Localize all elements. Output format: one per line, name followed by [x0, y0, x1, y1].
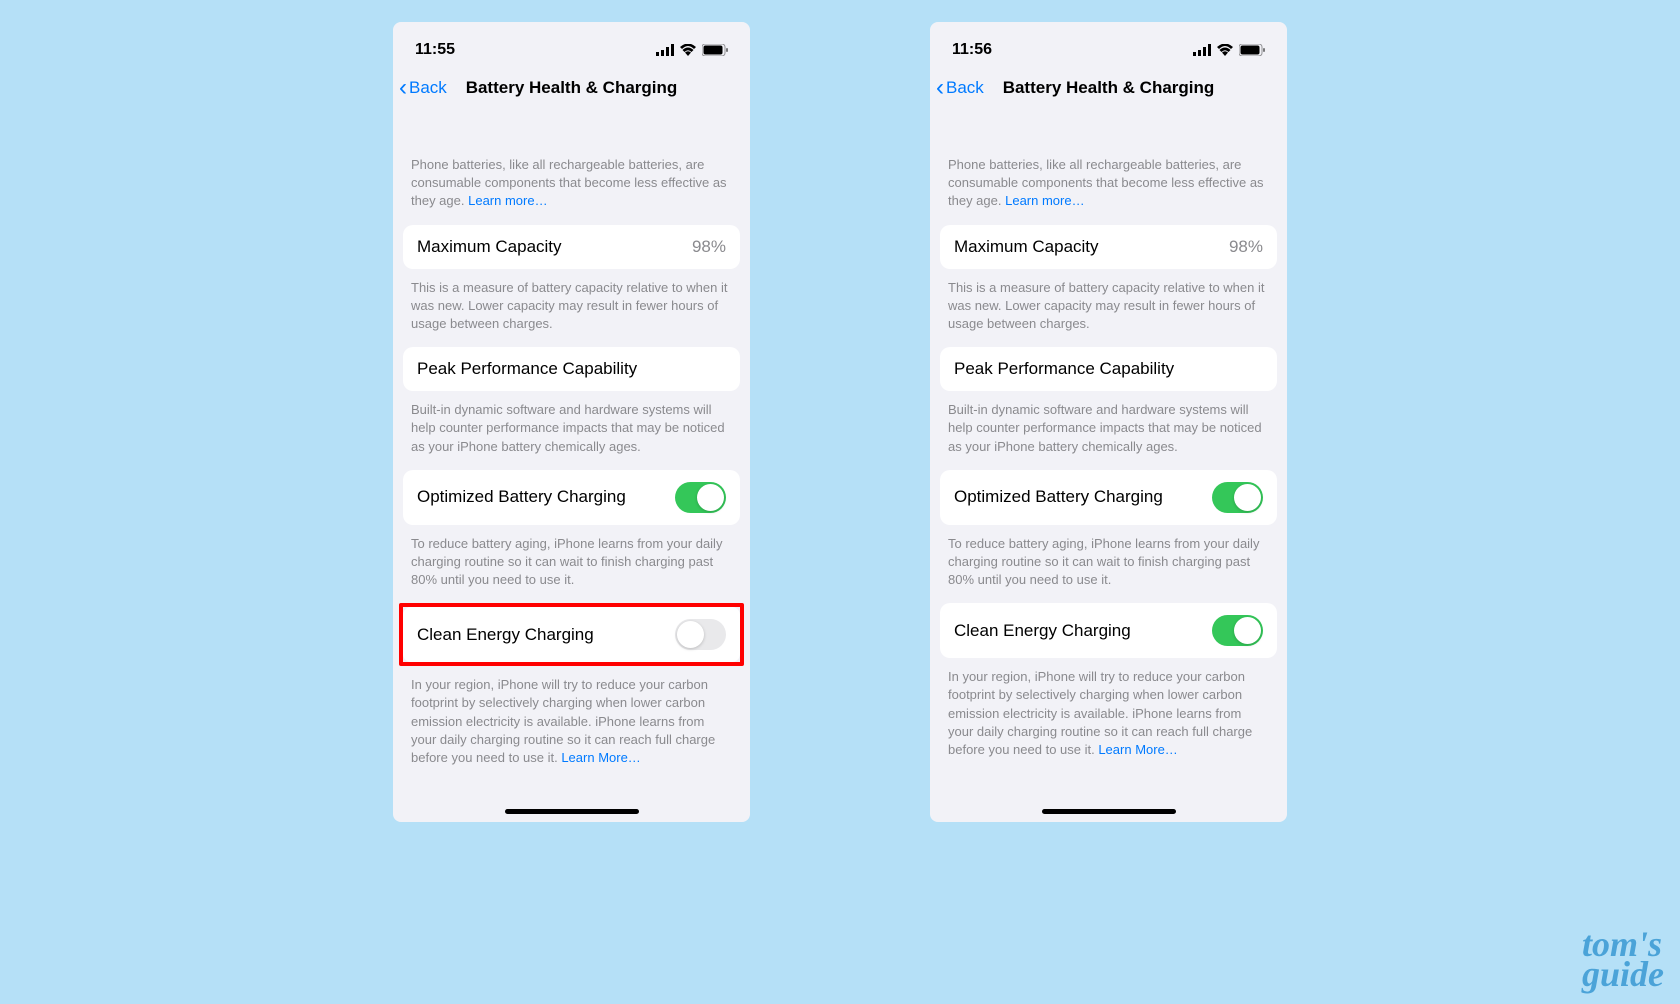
clean-energy-cell: Clean Energy Charging: [403, 607, 740, 662]
chevron-left-icon: ‹: [936, 76, 944, 100]
learn-more-link[interactable]: Learn More…: [1098, 742, 1177, 757]
optimized-description: To reduce battery aging, iPhone learns f…: [393, 525, 750, 604]
highlight-annotation: Clean Energy Charging: [399, 603, 744, 666]
maximum-capacity-value: 98%: [1229, 237, 1263, 257]
capacity-description: This is a measure of battery capacity re…: [393, 269, 750, 348]
maximum-capacity-value: 98%: [692, 237, 726, 257]
settings-content: Phone batteries, like all rechargeable b…: [393, 110, 750, 781]
back-label: Back: [946, 78, 984, 98]
wifi-icon: [1217, 44, 1233, 56]
clean-energy-toggle[interactable]: [1212, 615, 1263, 646]
maximum-capacity-cell[interactable]: Maximum Capacity 98%: [940, 225, 1277, 269]
status-icons: [656, 44, 728, 56]
learn-more-link[interactable]: Learn more…: [1005, 193, 1084, 208]
status-bar: 11:56: [930, 22, 1287, 70]
clean-energy-description: In your region, iPhone will try to reduc…: [930, 658, 1287, 773]
nav-bar: ‹ Back Battery Health & Charging: [930, 70, 1287, 110]
optimized-charging-toggle[interactable]: [1212, 482, 1263, 513]
peak-description: Built-in dynamic software and hardware s…: [930, 391, 1287, 470]
maximum-capacity-label: Maximum Capacity: [417, 237, 562, 257]
clean-energy-description: In your region, iPhone will try to reduc…: [393, 666, 750, 781]
peak-performance-cell[interactable]: Peak Performance Capability: [403, 347, 740, 391]
optimized-description: To reduce battery aging, iPhone learns f…: [930, 525, 1287, 604]
optimized-charging-toggle[interactable]: [675, 482, 726, 513]
nav-bar: ‹ Back Battery Health & Charging: [393, 70, 750, 110]
phone-screen-right: 11:56 ‹ Back Battery Health & Charging: [930, 22, 1287, 822]
status-bar: 11:55: [393, 22, 750, 70]
peak-performance-label: Peak Performance Capability: [954, 359, 1174, 379]
settings-content: Phone batteries, like all rechargeable b…: [930, 110, 1287, 773]
battery-icon: [702, 44, 728, 56]
learn-more-link[interactable]: Learn more…: [468, 193, 547, 208]
back-button[interactable]: ‹ Back: [399, 76, 447, 100]
optimized-charging-cell: Optimized Battery Charging: [940, 470, 1277, 525]
status-time: 11:56: [952, 41, 992, 59]
capacity-description: This is a measure of battery capacity re…: [930, 269, 1287, 348]
maximum-capacity-label: Maximum Capacity: [954, 237, 1099, 257]
home-indicator[interactable]: [505, 809, 639, 814]
intro-description: Phone batteries, like all rechargeable b…: [930, 110, 1287, 225]
page-title: Battery Health & Charging: [940, 78, 1277, 98]
status-time: 11:55: [415, 41, 455, 59]
clean-energy-toggle[interactable]: [675, 619, 726, 650]
optimized-charging-label: Optimized Battery Charging: [954, 487, 1163, 507]
watermark-logo: tom's guide: [1582, 929, 1664, 990]
back-label: Back: [409, 78, 447, 98]
intro-description: Phone batteries, like all rechargeable b…: [393, 110, 750, 225]
clean-energy-label: Clean Energy Charging: [417, 625, 594, 645]
chevron-left-icon: ‹: [399, 76, 407, 100]
cellular-signal-icon: [1193, 44, 1211, 56]
maximum-capacity-cell[interactable]: Maximum Capacity 98%: [403, 225, 740, 269]
clean-energy-cell: Clean Energy Charging: [940, 603, 1277, 658]
optimized-charging-cell: Optimized Battery Charging: [403, 470, 740, 525]
wifi-icon: [680, 44, 696, 56]
optimized-charging-label: Optimized Battery Charging: [417, 487, 626, 507]
peak-performance-label: Peak Performance Capability: [417, 359, 637, 379]
learn-more-link[interactable]: Learn More…: [561, 750, 640, 765]
status-icons: [1193, 44, 1265, 56]
clean-energy-label: Clean Energy Charging: [954, 621, 1131, 641]
peak-description: Built-in dynamic software and hardware s…: [393, 391, 750, 470]
back-button[interactable]: ‹ Back: [936, 76, 984, 100]
phone-screen-left: 11:55 ‹ Back Battery Health & Charging: [393, 22, 750, 822]
cellular-signal-icon: [656, 44, 674, 56]
peak-performance-cell[interactable]: Peak Performance Capability: [940, 347, 1277, 391]
page-title: Battery Health & Charging: [403, 78, 740, 98]
home-indicator[interactable]: [1042, 809, 1176, 814]
battery-icon: [1239, 44, 1265, 56]
